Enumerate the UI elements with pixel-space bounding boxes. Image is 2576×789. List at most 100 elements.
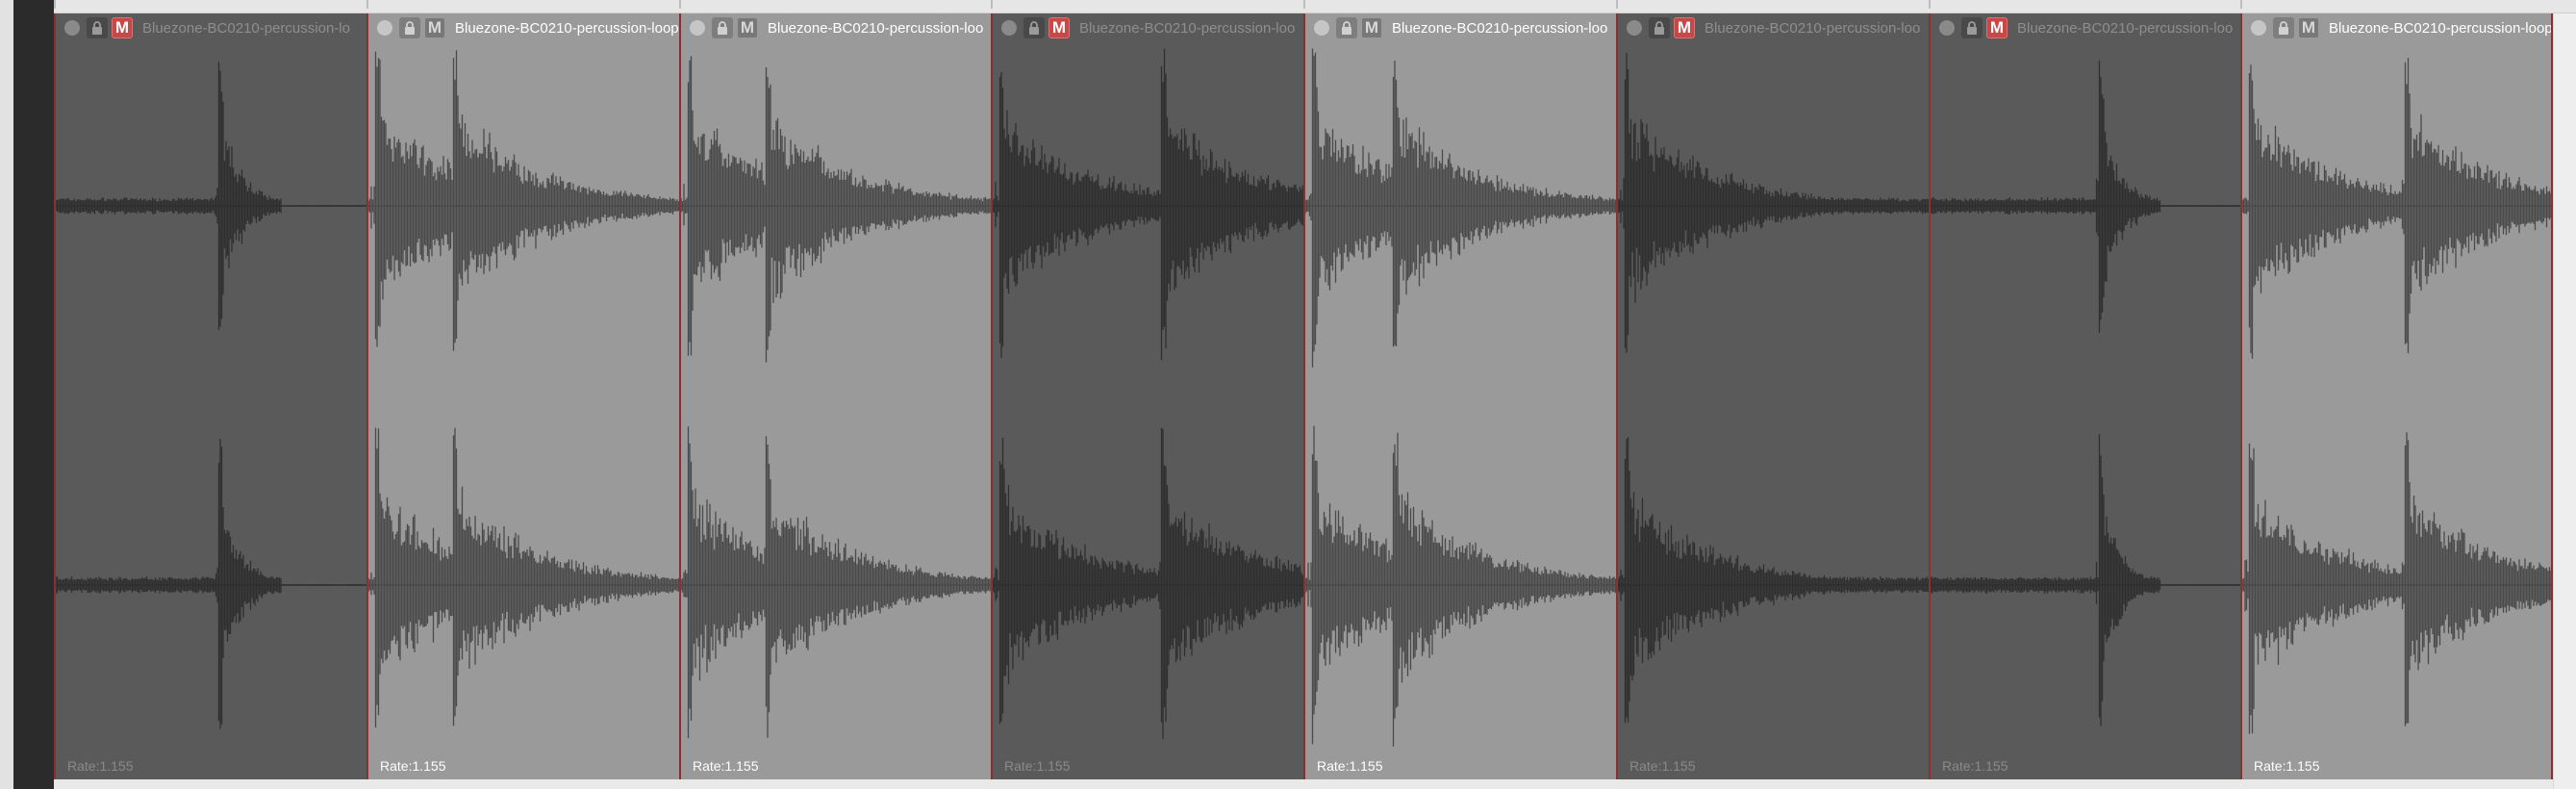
media-item[interactable]: M Bluezone-BC0210-percussion-loo Rate:1.15… [1303, 13, 1616, 779]
circle-icon [2251, 20, 2266, 36]
waveform-right-channel [56, 439, 366, 729]
item-header: M Bluezone-BC0210-percussion-loop [368, 13, 679, 42]
mute-button[interactable]: M [1361, 17, 1382, 38]
lock-button[interactable] [712, 17, 733, 38]
waveform-right-channel [1305, 425, 1616, 747]
envelope-button[interactable] [998, 17, 1020, 38]
item-header: M Bluezone-BC0210-percussion-loo [1305, 13, 1616, 42]
timeline-ruler[interactable] [54, 0, 2576, 13]
lock-icon [718, 21, 727, 35]
vertical-scrollbar[interactable] [2553, 13, 2576, 789]
waveform-left-channel [1305, 48, 1616, 368]
waveform-right-channel [993, 427, 1303, 740]
lock-icon [1342, 21, 1351, 35]
waveform-right-channel [1618, 437, 1929, 724]
ruler-item-marker [1616, 0, 1618, 9]
item-rate-label: Rate:1.155 [67, 758, 134, 774]
circle-icon [1314, 20, 1329, 36]
item-header: M Bluezone-BC0210-percussion-loo [681, 13, 991, 42]
item-rate-label: Rate:1.155 [1629, 758, 1696, 774]
waveform-right-channel [2242, 432, 2553, 734]
circle-icon [1001, 20, 1017, 36]
mute-button[interactable]: M [1048, 17, 1070, 38]
circle-icon [377, 20, 392, 36]
waveform [1931, 60, 2240, 726]
media-item[interactable]: M Bluezone-BC0210-percussion-lo Rate:1.155 [54, 13, 366, 779]
item-rate-label: Rate:1.155 [1942, 758, 2008, 774]
item-title: Bluezone-BC0210-percussion-loo [2017, 19, 2234, 37]
waveform [368, 50, 679, 728]
mute-button[interactable]: M [1674, 17, 1695, 38]
item-title: Bluezone-BC0210-percussion-loo [1079, 19, 1296, 37]
circle-icon [1627, 20, 1642, 36]
lock-icon [1654, 21, 1664, 35]
waveform-left-channel [1618, 53, 1929, 353]
waveform-left-channel [1931, 60, 2240, 333]
item-rate-label: Rate:1.155 [1004, 758, 1071, 774]
item-header: M Bluezone-BC0210-percussion-loo [1931, 13, 2240, 42]
item-title: Bluezone-BC0210-percussion-lo [142, 19, 350, 37]
lock-button[interactable] [1961, 17, 1983, 38]
item-header: M Bluezone-BC0210-percussion-loo [993, 13, 1303, 42]
media-item[interactable]: M Bluezone-BC0210-percussion-loo Rate:1.15… [1929, 13, 2240, 779]
media-item[interactable]: M Bluezone-BC0210-percussion-loo Rate:1.15… [1616, 13, 1929, 779]
mute-button[interactable]: M [737, 17, 758, 38]
media-item[interactable]: M Bluezone-BC0210-percussion-loo Rate:1.15… [991, 13, 1303, 779]
lock-button[interactable] [87, 17, 108, 38]
lock-button[interactable] [399, 17, 420, 38]
envelope-button[interactable] [1936, 17, 1957, 38]
lock-icon [2279, 21, 2288, 35]
lock-button[interactable] [1649, 17, 1670, 38]
lock-icon [405, 21, 415, 35]
waveform [1305, 48, 1616, 747]
item-rate-label: Rate:1.155 [380, 758, 446, 774]
waveform-left-channel [993, 48, 1303, 361]
circle-icon [64, 20, 80, 36]
waveform-left-channel [2242, 58, 2553, 359]
waveform [1618, 53, 1929, 724]
circle-icon [1939, 20, 1955, 36]
envelope-button[interactable] [62, 17, 83, 38]
envelope-button[interactable] [374, 17, 395, 38]
waveform-left-channel [56, 62, 366, 330]
waveform-right-channel [1931, 434, 2240, 726]
ruler-item-marker [679, 0, 681, 9]
envelope-button[interactable] [1624, 17, 1645, 38]
media-item[interactable]: M Bluezone-BC0210-percussion-loo Rate:1.15… [679, 13, 991, 779]
ruler-item-marker [366, 0, 368, 9]
media-item[interactable]: M Bluezone-BC0210-percussion-loop- Rate:1.… [2240, 13, 2553, 779]
mute-button[interactable]: M [2298, 17, 2319, 38]
lock-icon [1967, 21, 1977, 35]
waveform [56, 62, 366, 729]
lock-icon [1029, 21, 1039, 35]
media-item[interactable]: M Bluezone-BC0210-percussion-loop Rate:1.1… [366, 13, 679, 779]
track-control-panel-edge [13, 0, 54, 789]
lock-icon [92, 21, 102, 35]
waveform-right-channel [368, 427, 679, 728]
arrange-view[interactable]: M Bluezone-BC0210-percussion-lo Rate:1.155… [54, 13, 2576, 789]
envelope-button[interactable] [2248, 17, 2269, 38]
ruler-item-marker [54, 0, 56, 9]
lock-button[interactable] [2273, 17, 2294, 38]
item-title: Bluezone-BC0210-percussion-loo [1705, 19, 1921, 37]
waveform-left-channel [681, 56, 991, 363]
lock-button[interactable] [1336, 17, 1357, 38]
waveform-left-channel [368, 50, 679, 351]
mute-button[interactable]: M [112, 17, 133, 38]
ruler-item-marker [991, 0, 993, 9]
ruler-item-marker [1303, 0, 1305, 9]
waveform [681, 56, 991, 739]
envelope-button[interactable] [687, 17, 708, 38]
ruler-item-marker [2240, 0, 2242, 9]
envelope-button[interactable] [1311, 17, 1332, 38]
track-lane[interactable]: M Bluezone-BC0210-percussion-lo Rate:1.155… [54, 13, 2553, 779]
item-rate-label: Rate:1.155 [693, 758, 759, 774]
mute-button[interactable]: M [1986, 17, 2008, 38]
mute-button[interactable]: M [424, 17, 445, 38]
lock-button[interactable] [1023, 17, 1045, 38]
item-rate-label: Rate:1.155 [2254, 758, 2320, 774]
item-header: M Bluezone-BC0210-percussion-loo [1618, 13, 1929, 42]
item-header: M Bluezone-BC0210-percussion-loop- [2242, 13, 2553, 42]
item-rate-label: Rate:1.155 [1317, 758, 1383, 774]
window-edge [0, 0, 13, 789]
